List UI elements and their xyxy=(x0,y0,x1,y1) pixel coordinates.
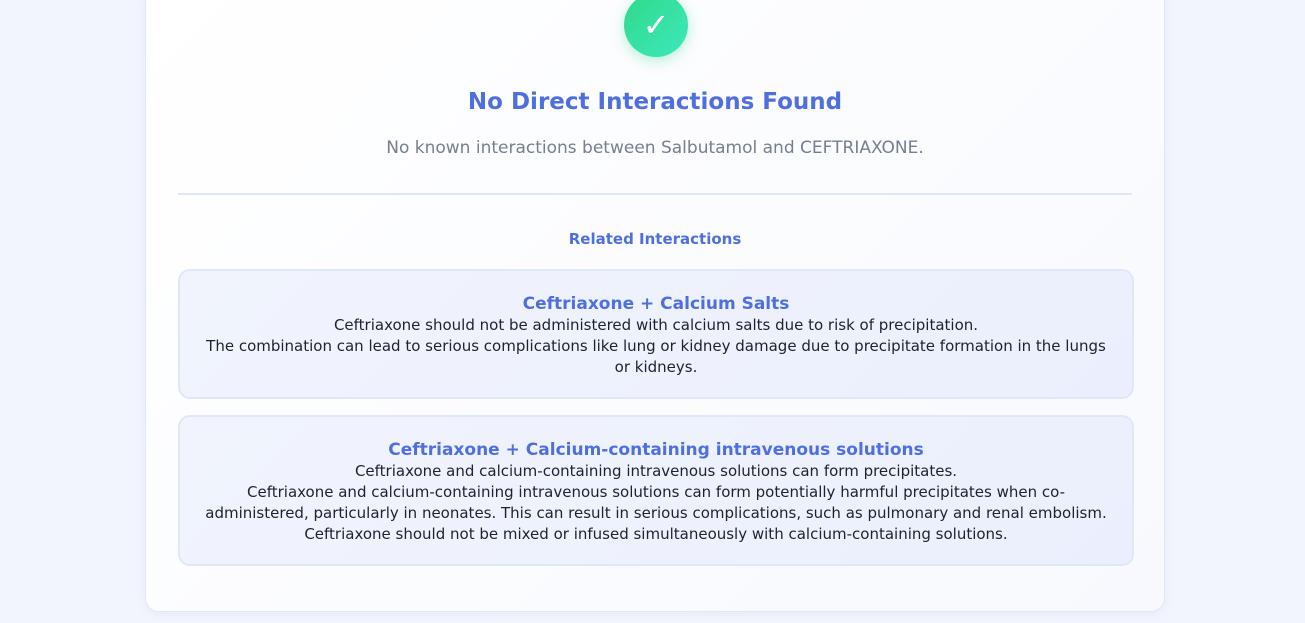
interaction-summary: Ceftriaxone should not be administered w… xyxy=(333,316,979,334)
divider xyxy=(178,193,1132,195)
related-interaction-card: Ceftriaxone + Calcium Salts Ceftriaxone … xyxy=(178,269,1134,399)
interaction-detail: The combination can lead to serious comp… xyxy=(206,337,1106,376)
interaction-summary: Ceftriaxone and calcium-containing intra… xyxy=(354,462,958,480)
interaction-title: Ceftriaxone + Calcium Salts xyxy=(522,294,790,314)
result-message: No known interactions between Salbutamol… xyxy=(386,138,924,158)
interaction-detail: Ceftriaxone and calcium-containing intra… xyxy=(205,483,1107,543)
check-icon: ✓ xyxy=(624,0,688,57)
related-interaction-card: Ceftriaxone + Calcium-containing intrave… xyxy=(178,415,1134,566)
related-interactions-heading: Related Interactions xyxy=(568,230,742,248)
interaction-title: Ceftriaxone + Calcium-containing intrave… xyxy=(388,440,924,460)
result-card: ✓ No Direct Interactions Found No known … xyxy=(145,0,1165,612)
result-title: No Direct Interactions Found xyxy=(467,89,843,115)
check-glyph: ✓ xyxy=(642,6,670,44)
